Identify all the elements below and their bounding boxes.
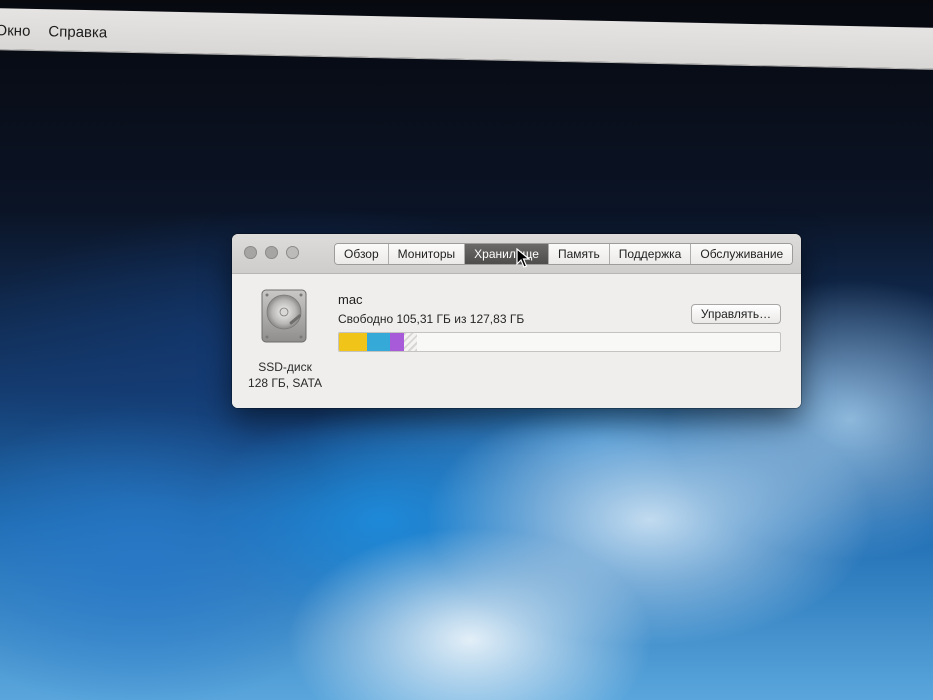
tab-service[interactable]: Обслуживание — [691, 244, 793, 264]
mouse-cursor-icon — [516, 248, 530, 268]
storage-panel: SSD-диск 128 ГБ, SATA mac Свободно 105,3… — [232, 274, 801, 408]
menu-window[interactable]: Окно — [0, 18, 31, 40]
disk-spec-label: 128 ГБ, SATA — [248, 376, 322, 390]
storage-segment-purple — [389, 333, 405, 351]
volume-name: mac — [338, 292, 363, 307]
volume-free-space: Свободно 105,31 ГБ из 127,83 ГБ — [338, 312, 525, 326]
ssd-drive-icon — [261, 289, 307, 343]
disk-name-label: SSD-диск — [258, 360, 312, 374]
zoom-window-button[interactable] — [286, 246, 299, 259]
storage-segment-cyan — [366, 333, 390, 351]
tab-bar: Обзор Мониторы Хранилище Память Поддержк… — [334, 243, 794, 265]
storage-segment-other — [404, 333, 418, 351]
tab-storage[interactable]: Хранилище — [465, 244, 549, 264]
tab-support[interactable]: Поддержка — [609, 244, 692, 264]
tab-overview[interactable]: Обзор — [335, 244, 389, 264]
minimize-window-button[interactable] — [265, 246, 278, 259]
window-titlebar: Обзор Мониторы Хранилище Память Поддержк… — [232, 234, 801, 274]
menu-help[interactable]: Справка — [48, 19, 107, 41]
storage-usage-bar — [338, 332, 781, 352]
manage-button[interactable]: Управлять… — [691, 304, 781, 324]
about-this-mac-window: Обзор Мониторы Хранилище Память Поддержк… — [232, 234, 801, 408]
tab-displays[interactable]: Мониторы — [388, 244, 466, 264]
close-window-button[interactable] — [244, 246, 257, 259]
tab-memory[interactable]: Память — [548, 244, 610, 264]
storage-segment-yellow — [339, 333, 367, 351]
